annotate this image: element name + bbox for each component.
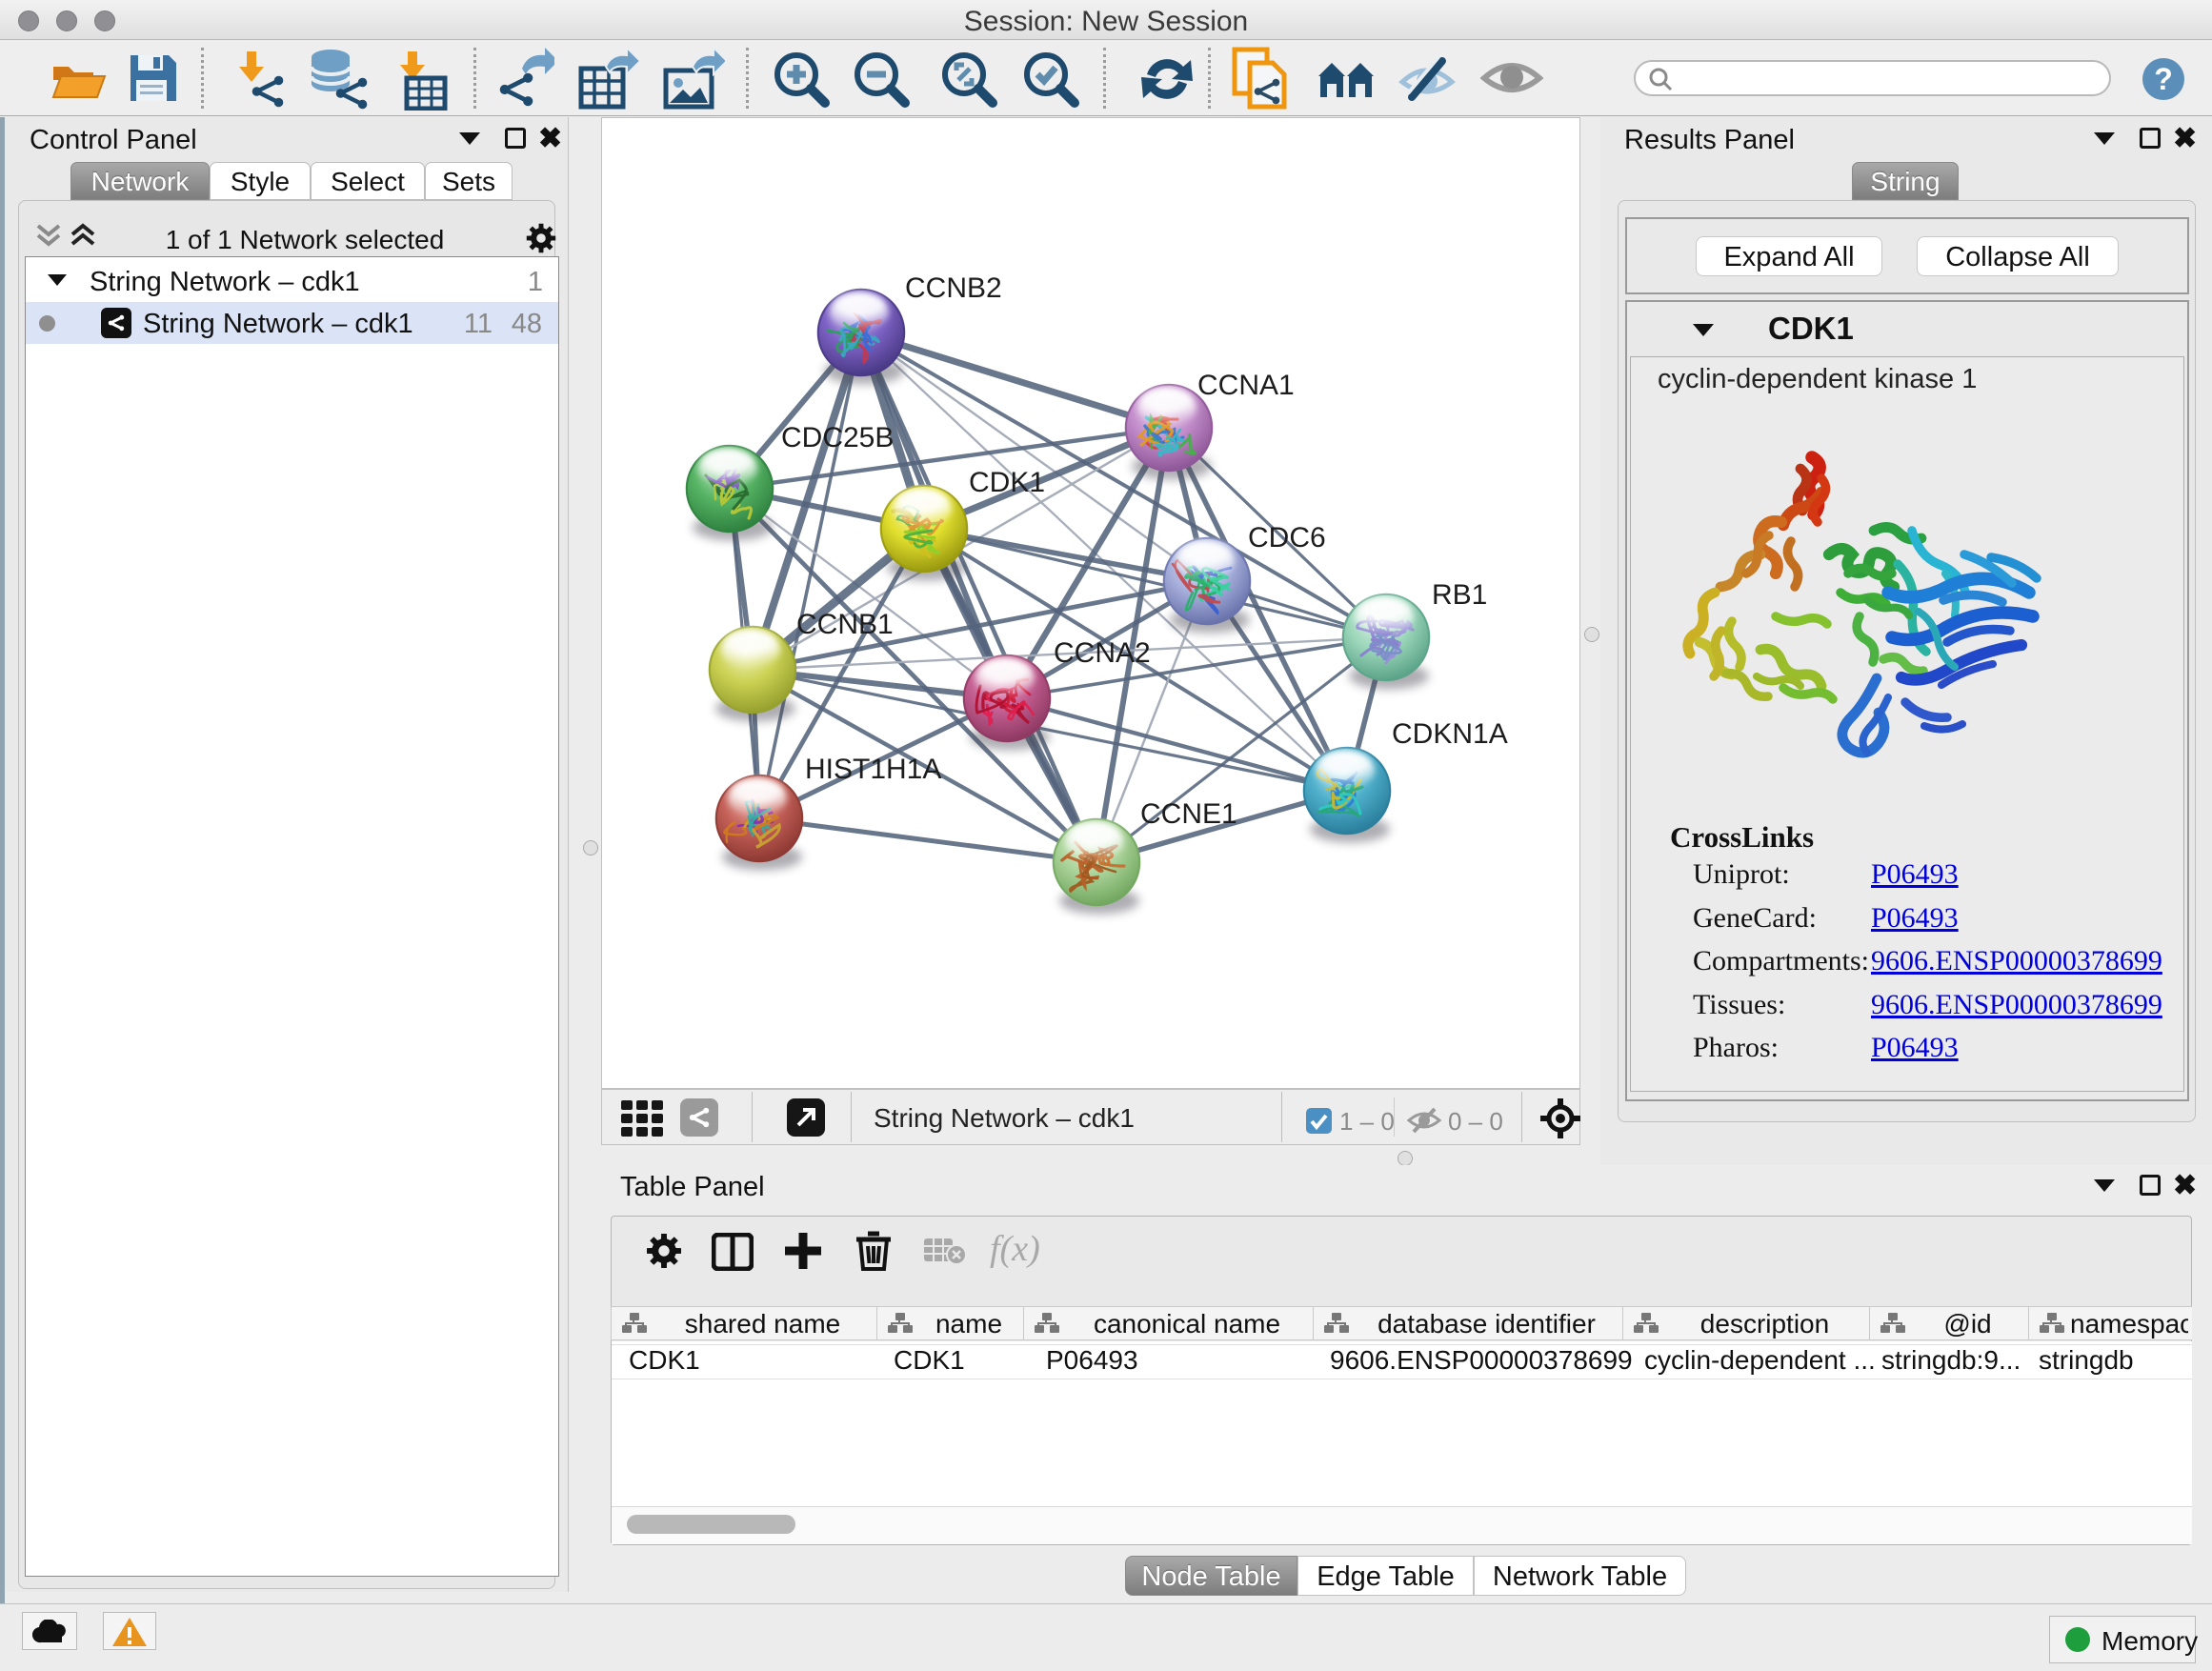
svg-text:CCNE1: CCNE1 (1140, 798, 1237, 830)
svg-text:CDKN1A: CDKN1A (1392, 718, 1508, 750)
svg-text:CDC6: CDC6 (1248, 522, 1326, 554)
svg-text:RB1: RB1 (1432, 579, 1487, 611)
svg-text:CCNA2: CCNA2 (1054, 637, 1151, 669)
svg-text:CCNB2: CCNB2 (905, 272, 1002, 304)
svg-text:HIST1H1A: HIST1H1A (805, 754, 941, 785)
svg-text:CCNA1: CCNA1 (1197, 370, 1295, 401)
svg-text:CCNB1: CCNB1 (796, 609, 894, 640)
svg-text:CDK1: CDK1 (969, 467, 1045, 498)
svg-text:CDC25B: CDC25B (781, 422, 894, 453)
